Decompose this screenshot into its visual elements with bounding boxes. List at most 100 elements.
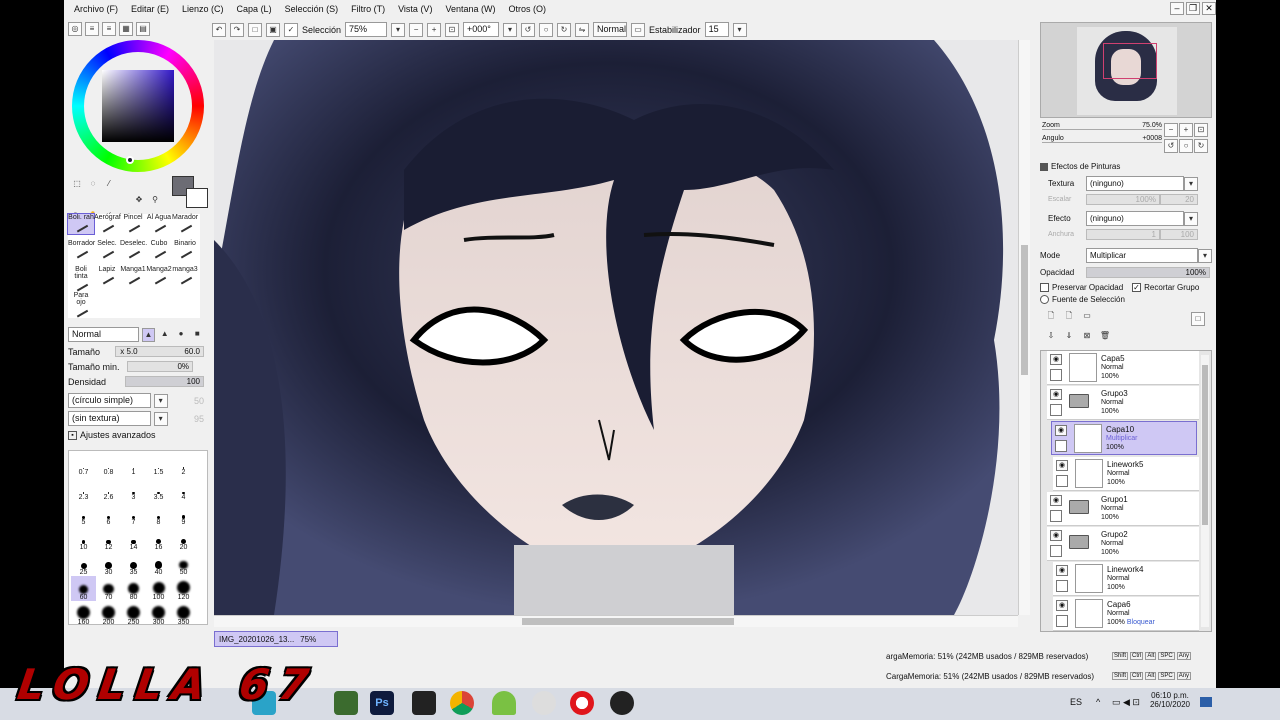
stabilizer-field[interactable]: 15 [704,22,729,37]
effects-collapse-icon[interactable] [1040,162,1048,171]
brush-size-preset[interactable]: 6 [96,501,121,526]
hsv-slider-icon[interactable]: ≡ [102,22,116,36]
mode-field[interactable]: Normal [593,22,628,37]
layer-row[interactable]: ◉ Grupo2 Normal 100% [1047,527,1199,561]
zoom-reset-icon[interactable]: ⊡ [445,22,460,37]
scale-strength[interactable]: 20 [1160,194,1198,205]
visibility-eye-icon[interactable]: ◉ [1050,495,1062,506]
zoom-field[interactable]: 75% [345,22,388,37]
opacity-slider[interactable]: 100% [1086,267,1210,278]
tip-soft-icon[interactable]: ▲ [158,328,171,342]
menu-seleccion[interactable]: Selección (S) [285,4,339,14]
lasso-icon[interactable]: ◌ [86,178,100,192]
delete-layer-icon[interactable]: 🗑 [1098,330,1112,344]
layer-row[interactable]: ◉ Linework5 Normal 100% [1053,457,1199,491]
zoom-in-icon[interactable]: + [427,22,442,37]
texture-select-icon[interactable]: ▾ [1184,176,1198,191]
mode-toggle-icon[interactable]: ▭ [631,22,646,37]
visibility-eye-icon[interactable]: ◉ [1050,530,1062,541]
brush-size-preset[interactable]: 100 [146,576,171,601]
navigator-viewport[interactable] [1103,43,1157,79]
language-indicator[interactable]: ES [1070,697,1082,707]
menu-lienzo[interactable]: Lienzo (C) [182,4,224,14]
layers-scrollbar[interactable] [1201,355,1209,627]
rotate-reset-icon[interactable]: ○ [539,22,554,37]
layer-row[interactable]: ◉ Linework4 Normal 100% [1053,562,1199,596]
invert-selection-icon[interactable]: ▣ [266,22,280,37]
brush-size-preset[interactable]: 30 [96,551,121,576]
advanced-settings-toggle[interactable]: ▪ Ajustes avanzados [68,430,204,440]
brush-size-preset[interactable]: 40 [146,551,171,576]
brush-size-preset[interactable]: 60 [71,576,96,601]
brush-tool[interactable]: Manga1 [120,266,146,286]
clear-layer-icon[interactable]: ⊠ [1080,330,1094,344]
menu-otros[interactable]: Otros (O) [508,4,546,14]
nav-zoom-in-icon[interactable]: + [1179,123,1193,137]
nav-rotate-reset-icon[interactable]: ○ [1179,139,1193,153]
nav-zoom-fit-icon[interactable]: ⊡ [1194,123,1208,137]
brush-tool[interactable]: Al Agua [146,214,172,234]
rgb-slider-icon[interactable]: ≡ [85,22,99,36]
visibility-eye-icon[interactable]: ◉ [1056,600,1068,611]
brush-size-preset[interactable]: 250 [121,601,146,626]
brush-shape-select[interactable]: (círculo simple) [68,393,151,408]
rotation-dropdown-icon[interactable]: ▾ [503,22,518,37]
nav-rotate-right-icon[interactable]: ↻ [1194,139,1208,153]
visibility-eye-icon[interactable]: ◉ [1055,425,1067,436]
layer-lock-checkbox[interactable] [1050,510,1062,522]
visibility-eye-icon[interactable]: ◉ [1050,354,1062,365]
brush-size-preset[interactable]: 350 [171,601,196,626]
swatch-icon[interactable]: ▦ [119,22,133,36]
opera-icon[interactable] [570,691,594,715]
brush-tool[interactable]: manga3 [172,266,198,286]
brush-size-preset[interactable]: 200 [96,601,121,626]
brush-size-preset[interactable]: 12 [96,526,121,551]
brush-size-preset[interactable]: 20 [171,526,196,551]
brush-size-preset[interactable]: 160 [71,601,96,626]
brush-size-preset[interactable]: 1.5 [146,451,171,476]
brush-tool[interactable]: Para ojo [68,292,94,318]
tip-hard-icon[interactable]: ▲ [141,327,156,342]
flip-icon[interactable]: ⇋ [575,22,590,37]
tray-chevron-icon[interactable]: ^ [1096,697,1100,707]
brush-tool[interactable]: Aerógraf [94,214,121,234]
hue-marker[interactable] [126,156,134,164]
brush-tool[interactable]: Boli tinta [68,266,94,292]
sims-icon[interactable] [492,691,516,715]
obs-icon[interactable] [610,691,634,715]
brush-tool[interactable]: Manga2 [146,266,172,286]
brush-size-preset[interactable]: 70 [96,576,121,601]
brush-size-preset[interactable]: 0.8 [96,451,121,476]
width-slider[interactable]: 1 [1086,229,1160,240]
layer-row[interactable]: ◉ Capa5 Normal 100% [1047,351,1199,385]
restore-button[interactable]: ❐ [1186,2,1200,15]
new-layer-icon[interactable]: 🗋 [1044,310,1058,324]
brush-size-preset[interactable]: 5 [71,501,96,526]
density-slider[interactable]: 100 [124,376,204,387]
zoom-out-icon[interactable]: − [409,22,424,37]
taskbar-clock[interactable]: 06:10 p.m. 26/10/2020 [1148,691,1192,709]
layer-lock-checkbox[interactable] [1050,369,1062,381]
layer-row[interactable]: ◉ Grupo3 Normal 100% [1047,386,1199,420]
layer-lock-checkbox[interactable] [1056,475,1068,487]
brush-size-preset[interactable]: 120 [171,576,196,601]
drawing-canvas[interactable] [214,40,1030,615]
zoom-tool-icon[interactable]: ⚲ [148,194,162,208]
layer-mask-icon[interactable]: □ [1191,312,1205,326]
brush-size-preset[interactable]: 14 [121,526,146,551]
close-button[interactable]: ✕ [1202,2,1216,15]
brush-size-preset[interactable]: 2 [171,451,196,476]
navigator-preview[interactable] [1040,22,1212,118]
brush-size-preset[interactable]: 2.6 [96,476,121,501]
nav-zoom-out-icon[interactable]: − [1164,123,1178,137]
layer-mode-select[interactable]: Multiplicar [1086,248,1198,263]
brush-icon[interactable] [1055,440,1067,452]
brush-size-preset[interactable]: 8 [146,501,171,526]
menu-vista[interactable]: Vista (V) [398,4,432,14]
tip-flat-icon[interactable]: ■ [191,328,204,342]
brush-tool[interactable]: Selec. [94,240,120,260]
brush-size-preset[interactable]: 300 [146,601,171,626]
layer-lock-checkbox[interactable] [1056,580,1068,592]
minimize-button[interactable]: – [1170,2,1184,15]
nav-rotate-left-icon[interactable]: ↺ [1164,139,1178,153]
